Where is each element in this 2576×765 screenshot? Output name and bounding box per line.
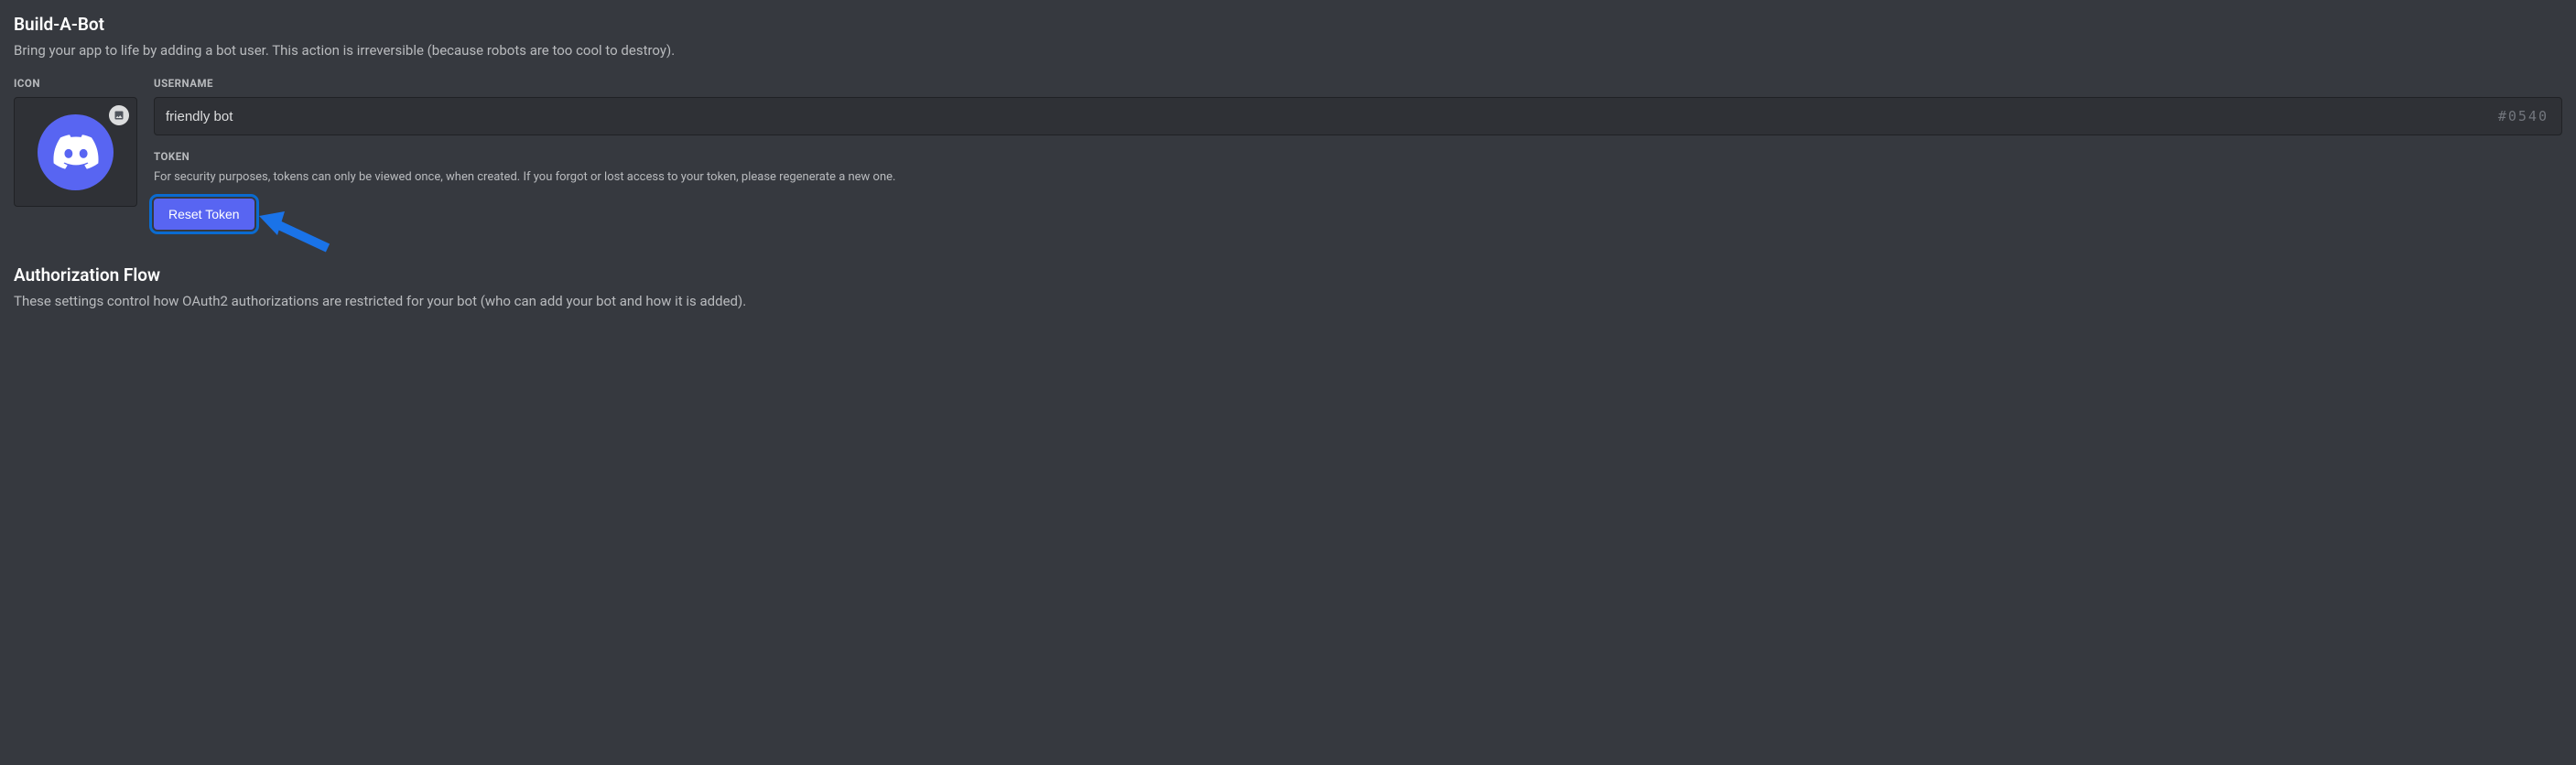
bot-form-row: ICON USERNAME #0540	[14, 77, 2562, 230]
authorization-flow-description: These settings control how OAuth2 author…	[14, 293, 2562, 309]
username-input[interactable]	[155, 98, 2485, 135]
reset-token-button[interactable]: Reset Token	[154, 199, 254, 230]
build-a-bot-section: Build-A-Bot Bring your app to life by ad…	[14, 14, 2562, 230]
discord-avatar-icon	[38, 114, 114, 190]
icon-label: ICON	[14, 77, 137, 90]
username-label: USERNAME	[154, 77, 2562, 90]
token-label: TOKEN	[154, 150, 2562, 163]
token-description: For security purposes, tokens can only b…	[154, 170, 2562, 184]
username-field-container: #0540	[154, 97, 2562, 135]
authorization-flow-title: Authorization Flow	[14, 264, 2562, 286]
arrow-annotation-icon	[259, 211, 332, 257]
build-a-bot-title: Build-A-Bot	[14, 14, 2562, 35]
icon-column: ICON	[14, 77, 137, 230]
authorization-flow-section: Authorization Flow These settings contro…	[14, 264, 2562, 309]
build-a-bot-description: Bring your app to life by adding a bot u…	[14, 42, 2562, 59]
discriminator-tag: #0540	[2485, 108, 2561, 124]
upload-image-icon	[109, 105, 129, 125]
bot-icon-upload[interactable]	[14, 97, 137, 207]
token-section: TOKEN For security purposes, tokens can …	[154, 150, 2562, 230]
main-column: USERNAME #0540 TOKEN For security purpos…	[154, 77, 2562, 230]
